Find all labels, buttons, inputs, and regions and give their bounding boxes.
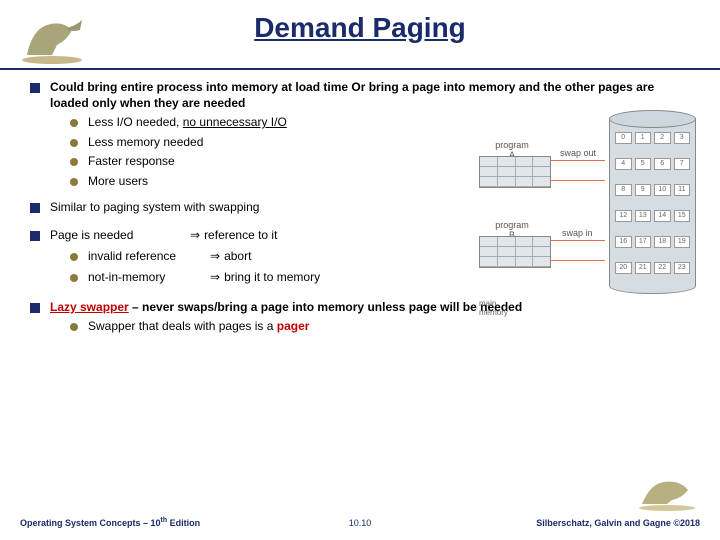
sub-item-text: More users [88, 174, 148, 190]
disk-cell: 4 [615, 158, 632, 170]
swap-out-line [550, 180, 605, 181]
disk-row: 20 21 22 23 [615, 262, 690, 274]
bullet-4-text: Lazy swapper – never swaps/bring a page … [50, 300, 522, 316]
disk-cell: 17 [635, 236, 652, 248]
dot-bullet-icon [70, 274, 78, 282]
b3-left-1: invalid reference [88, 249, 210, 265]
swap-in-line [550, 240, 605, 241]
disk-cell: 22 [654, 262, 671, 274]
disk-cell: 19 [674, 236, 691, 248]
square-bullet-icon [30, 231, 40, 241]
disk-cell: 7 [674, 158, 691, 170]
disk-cell: 13 [635, 210, 652, 222]
disk-cell: 3 [674, 132, 691, 144]
square-bullet-icon [30, 83, 40, 93]
disk-cell: 0 [615, 132, 632, 144]
main-memory-label: main memory [479, 299, 508, 317]
disk-cell: 16 [615, 236, 632, 248]
disk-row: 8 9 10 11 [615, 184, 690, 196]
b3-left-2: not-in-memory [88, 270, 210, 286]
dot-bullet-icon [70, 323, 78, 331]
disk-cell: 11 [674, 184, 691, 196]
bullet-4-sublist: Swapper that deals with pages is a pager [70, 319, 698, 335]
sub-item: Swapper that deals with pages is a pager [70, 319, 698, 335]
footer-copyright: Silberschatz, Galvin and Gagne ©2018 [536, 518, 700, 528]
footer-left: Operating System Concepts – 10th Edition [20, 517, 200, 528]
disk-cell: 15 [674, 210, 691, 222]
footer-page-number: 10.10 [349, 518, 372, 528]
dot-bullet-icon [70, 253, 78, 261]
disk-row: 16 17 18 19 [615, 236, 690, 248]
disk-cell: 12 [615, 210, 632, 222]
bullet-3-body: Page is needed ⇒reference to it [50, 228, 277, 245]
disk-cell: 20 [615, 262, 632, 274]
b3-left-0: Page is needed [50, 228, 190, 243]
square-bullet-icon [30, 303, 40, 313]
sub-item-text: Less memory needed [88, 135, 203, 151]
disk-row: 12 13 14 15 [615, 210, 690, 222]
dot-bullet-icon [70, 158, 78, 166]
sub-item-text: Less I/O needed, no unnecessary I/O [88, 115, 287, 131]
swap-in-label: swap in [562, 228, 593, 238]
bullet-1-text: Could bring entire process into memory a… [50, 80, 690, 111]
sub-item-text: Swapper that deals with pages is a pager [88, 319, 309, 335]
title-area: Demand Paging [0, 0, 720, 70]
b3-right-2: ⇒bring it to memory [210, 270, 320, 286]
swap-out-label: swap out [560, 148, 596, 158]
memory-block-a [479, 156, 551, 188]
disk-cell: 14 [654, 210, 671, 222]
bullet-1: Could bring entire process into memory a… [30, 80, 698, 111]
swap-diagram: program A program B main memory swap out… [474, 110, 694, 315]
b3-right-1: ⇒abort [210, 249, 251, 265]
disk-cell: 5 [635, 158, 652, 170]
footer: Operating System Concepts – 10th Edition… [0, 504, 720, 528]
disk-cell: 6 [654, 158, 671, 170]
dinosaur-logo-icon [12, 10, 92, 65]
disk-cell: 21 [635, 262, 652, 274]
disk-cell: 8 [615, 184, 632, 196]
disk-row: 4 5 6 7 [615, 158, 690, 170]
swap-in-line [550, 260, 605, 261]
disk-cell: 23 [674, 262, 691, 274]
dot-bullet-icon [70, 139, 78, 147]
disk-cylinder: 0 1 2 3 4 5 6 7 8 9 10 11 [609, 110, 694, 300]
slide-title: Demand Paging [0, 0, 720, 44]
disk-cell: 1 [635, 132, 652, 144]
dot-bullet-icon [70, 119, 78, 127]
disk-cell: 9 [635, 184, 652, 196]
disk-row: 0 1 2 3 [615, 132, 690, 144]
disk-cell: 2 [654, 132, 671, 144]
bullet-2-text: Similar to paging system with swapping [50, 200, 259, 214]
sub-item-text: Faster response [88, 154, 175, 170]
disk-cell: 10 [654, 184, 671, 196]
memory-block-b [479, 236, 551, 268]
b3-right-0: ⇒reference to it [190, 228, 277, 243]
swap-out-line [550, 160, 605, 161]
dot-bullet-icon [70, 178, 78, 186]
square-bullet-icon [30, 203, 40, 213]
disk-cell: 18 [654, 236, 671, 248]
